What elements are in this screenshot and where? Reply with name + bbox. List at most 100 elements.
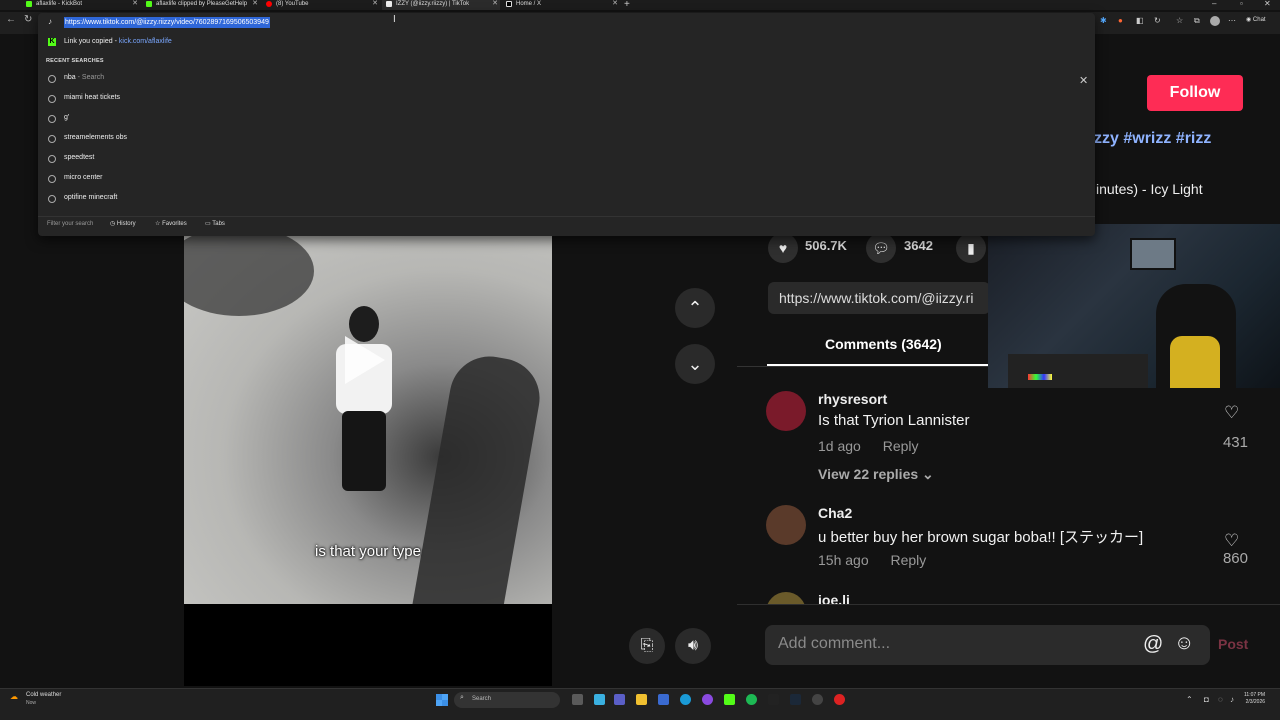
mention-icon[interactable]: @	[1143, 633, 1163, 656]
weather-icon: ☁	[10, 692, 18, 701]
profile-avatar[interactable]	[1210, 16, 1220, 26]
reply-button[interactable]: Reply	[891, 552, 927, 568]
windows-start-icon[interactable]	[436, 694, 448, 706]
edge-icon[interactable]	[680, 694, 691, 705]
post-comment-button[interactable]: Post	[1218, 636, 1248, 652]
back-icon[interactable]: ←	[6, 14, 16, 25]
new-tab-icon[interactable]: +	[624, 0, 630, 10]
app-icon[interactable]	[702, 694, 713, 705]
tray-app-icon[interactable]: ◘	[1204, 695, 1209, 704]
search-suggestion[interactable]: nba - Search	[44, 70, 1084, 90]
text-cursor-icon: I	[393, 14, 396, 25]
avatar[interactable]	[766, 505, 806, 545]
comment-username[interactable]: rhysresort	[818, 391, 887, 407]
taskbar-search[interactable]	[454, 692, 560, 708]
browser-tab[interactable]: (8) YouTube ✕	[262, 0, 380, 10]
reply-button[interactable]: Reply	[883, 438, 919, 454]
picture-in-picture-icon[interactable]: ⎘	[629, 628, 665, 664]
tab-title: (8) YouTube	[276, 1, 309, 7]
app-icon[interactable]	[724, 694, 735, 705]
extension-icon[interactable]: ◧	[1136, 16, 1144, 25]
close-window-icon[interactable]: ✕	[1264, 0, 1271, 8]
browser-tab[interactable]: aflaxlife clipped by PleaseGetHelp ✕	[142, 0, 260, 10]
post-music[interactable]: inutes) - Icy Light	[1096, 181, 1203, 197]
search-suggestion[interactable]: speedtest	[44, 150, 1084, 170]
steam-icon[interactable]	[790, 694, 801, 705]
avatar[interactable]	[766, 592, 806, 604]
search-suggestion[interactable]: miami heat tickets	[44, 90, 1084, 110]
browser-tab[interactable]: aflaxlife - KickBot ✕	[22, 0, 140, 10]
avatar[interactable]	[766, 391, 806, 431]
store-icon[interactable]	[658, 694, 669, 705]
search-suggestion[interactable]: streamelements obs	[44, 130, 1084, 150]
browser-tab[interactable]: Home / X ✕	[502, 0, 620, 10]
view-replies-label: View 22 replies	[818, 466, 919, 482]
filter-history-chip[interactable]: ◷ History	[110, 220, 136, 227]
tab-comments[interactable]: Comments (3642)	[825, 336, 942, 352]
search-suggestion[interactable]: optifine minecraft	[44, 190, 1084, 210]
close-tab-icon[interactable]: ✕	[612, 0, 618, 8]
filter-search-input[interactable]: Filter your search	[47, 221, 93, 227]
subject-legs	[342, 411, 386, 491]
previous-video-button[interactable]: ⌃	[675, 288, 715, 328]
share-url-field[interactable]: https://www.tiktok.com/@iizzy.ri	[768, 282, 990, 314]
capcut-icon[interactable]	[768, 694, 779, 705]
file-explorer-icon[interactable]	[636, 694, 647, 705]
weather-sub: Now	[26, 700, 37, 706]
collections-icon[interactable]: ⧉	[1194, 16, 1200, 26]
close-tab-icon[interactable]: ✕	[492, 0, 498, 8]
bookmark-icon[interactable]: ▮	[956, 233, 986, 263]
more-icon[interactable]: ⋯	[1228, 16, 1236, 25]
comment-heart-icon[interactable]: ♡	[1224, 403, 1239, 423]
clock[interactable]: 11:07 PM 2/3/2026	[1244, 692, 1265, 706]
emoji-icon[interactable]: ☺	[1174, 632, 1194, 655]
copilot-button[interactable]: ◉ Chat	[1246, 16, 1266, 23]
filter-favorites-chip[interactable]: ☆ Favorites	[155, 220, 187, 227]
teams-icon[interactable]	[614, 694, 625, 705]
tab-title: aflaxlife clipped by PleaseGetHelp	[156, 1, 248, 7]
history-icon	[48, 175, 56, 183]
filter-tabs-chip[interactable]: ▭ Tabs	[205, 220, 225, 227]
minimize-icon[interactable]: –	[1212, 0, 1216, 8]
comment-heart-icon[interactable]: ♡	[1224, 531, 1239, 551]
next-video-button[interactable]: ⌄	[675, 344, 715, 384]
comment-placeholder: Add comment...	[778, 635, 891, 652]
close-tab-icon[interactable]: ✕	[252, 0, 258, 8]
comment-username[interactable]: Cha2	[818, 505, 852, 521]
speaker-icon[interactable]: ♪	[1230, 695, 1234, 704]
tray-chevron-icon[interactable]: ⌃	[1186, 695, 1193, 704]
refresh-extension-icon[interactable]: ↻	[1154, 16, 1161, 25]
refresh-icon[interactable]: ↻	[24, 14, 32, 25]
comment-icon[interactable]: 💬︎	[866, 233, 896, 263]
clock-date: 2/3/2026	[1245, 699, 1266, 705]
task-view-icon[interactable]	[572, 694, 583, 705]
copilot-icon[interactable]	[594, 694, 605, 705]
weather-text[interactable]: Cold weather	[26, 692, 61, 698]
extension-icon[interactable]: ✱	[1100, 16, 1107, 25]
extension-icon[interactable]: ●	[1118, 16, 1123, 25]
maximize-icon[interactable]: ▫	[1240, 0, 1243, 8]
heart-icon[interactable]: ♥	[768, 233, 798, 263]
suggestion-label: nba	[64, 74, 76, 81]
obs-icon[interactable]	[812, 694, 823, 705]
view-replies-button[interactable]: View 22 replies ⌄	[818, 466, 934, 483]
comment-username[interactable]: joe.li	[818, 592, 850, 604]
play-icon[interactable]	[345, 336, 385, 384]
address-bar-url[interactable]: https://www.tiktok.com/@iizzy.riizzy/vid…	[64, 17, 270, 28]
browser-tab-active[interactable]: IZZY (@iizzy.riizzy) | TikTok ✕	[382, 0, 500, 10]
post-hashtags[interactable]: zzy #wrizz #rizz	[1094, 130, 1211, 148]
comment-like-count: 860	[1222, 550, 1248, 567]
spotify-icon[interactable]	[746, 694, 757, 705]
close-tab-icon[interactable]: ✕	[132, 0, 138, 8]
wifi-icon[interactable]: ◌	[1218, 695, 1223, 704]
close-tab-icon[interactable]: ✕	[372, 0, 378, 8]
kick-icon	[146, 1, 152, 7]
favorites-icon[interactable]: ☆	[1176, 16, 1183, 25]
volume-icon[interactable]: 🔊︎	[675, 628, 711, 664]
follow-button[interactable]: Follow	[1147, 75, 1243, 111]
search-suggestion[interactable]: micro center	[44, 170, 1084, 190]
app-icon[interactable]	[834, 694, 845, 705]
copied-link-suggestion[interactable]: Link you copied - kick.com/aflaxlife	[64, 38, 172, 45]
tiktok-icon: ♪	[48, 17, 52, 26]
search-suggestion[interactable]: g'	[44, 110, 1084, 130]
